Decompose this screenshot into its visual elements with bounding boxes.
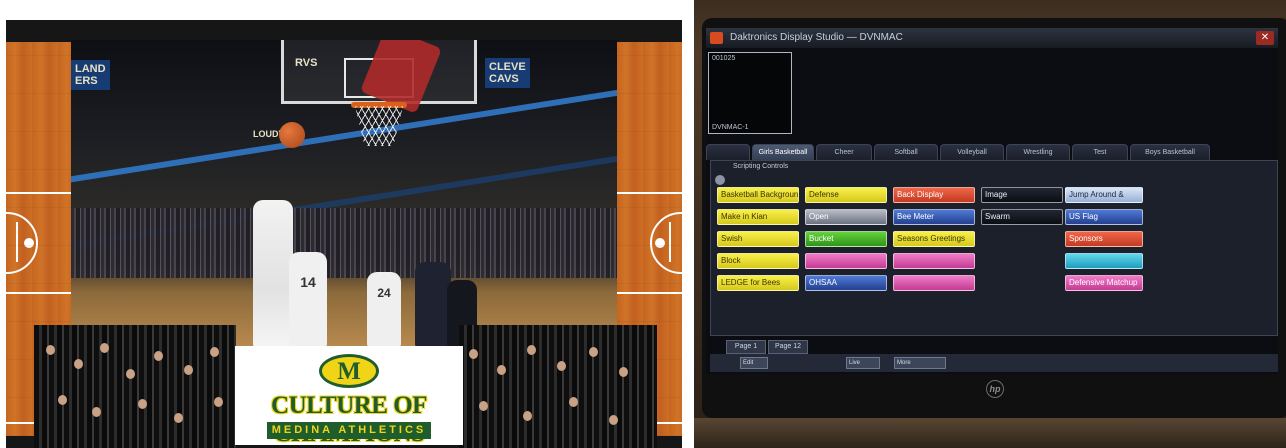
sport-tab[interactable]: Girls Basketball	[752, 144, 814, 160]
sport-tab[interactable]	[706, 144, 750, 160]
player-14: 14	[289, 252, 327, 348]
preview-bottom-label: DVNMAC-1	[712, 124, 749, 131]
script-button[interactable]: Swarm	[981, 209, 1063, 225]
script-button[interactable]: OHSAA	[805, 275, 887, 291]
toolbar-button[interactable]: More	[894, 357, 946, 369]
jumbotron-right: CLEVE CAVS	[485, 58, 530, 88]
script-button[interactable]: US Flag	[1065, 209, 1143, 225]
student-section-left	[34, 325, 236, 448]
script-button[interactable]: Block	[717, 253, 799, 269]
sport-tab[interactable]: Cheer	[816, 144, 872, 160]
sport-tab[interactable]: Boys Basketball	[1130, 144, 1210, 160]
toolbar-button[interactable]: Live	[846, 357, 880, 369]
page-tab[interactable]: Page 12	[768, 340, 808, 354]
player-defender	[415, 262, 451, 348]
script-button[interactable]: Bee Meter	[893, 209, 975, 225]
window-title: Daktronics Display Studio — DVNMAC	[730, 32, 903, 43]
script-button[interactable]: Basketball Background	[717, 187, 799, 203]
page-tab[interactable]: Page 1	[726, 340, 766, 354]
hp-logo: hp	[986, 380, 1004, 398]
script-button[interactable]: Sponsors	[1065, 231, 1143, 247]
app-logo-icon	[710, 32, 723, 44]
scripting-controls-panel: Scripting Controls Basketball Background…	[710, 160, 1278, 336]
logo-headline: CULTURE OF CHAMPIONS	[271, 392, 427, 447]
sport-tabs: Girls Basketball Cheer Softball Volleyball W…	[706, 144, 1278, 160]
preview-top-label: 001025	[712, 55, 736, 62]
scripting-controls-label: Scripting Controls	[733, 163, 789, 170]
script-button[interactable]: Back Display	[893, 187, 975, 203]
logo-subline: MEDINA ATHLETICS	[267, 422, 431, 439]
script-button[interactable]: Seasons Greetings	[893, 231, 975, 247]
student-section-right	[459, 325, 657, 448]
sport-tab[interactable]: Volleyball	[940, 144, 1004, 160]
player-shooting	[253, 200, 293, 348]
script-button[interactable]: Image	[981, 187, 1063, 203]
game-action-video: LAND ERS RVS CLEVE CAVS LOUDVILLE 14 24	[71, 40, 617, 348]
toolbar-button[interactable]: Edit	[740, 357, 768, 369]
script-button[interactable]: Bucket	[805, 231, 887, 247]
sport-tab[interactable]: Softball	[874, 144, 938, 160]
jumbotron-left: LAND ERS	[71, 60, 110, 90]
basketball	[279, 122, 305, 148]
script-button[interactable]	[893, 275, 975, 291]
scoreboard-display-photo: LAND ERS RVS CLEVE CAVS LOUDVILLE 14 24	[0, 0, 686, 448]
script-button[interactable]	[893, 253, 975, 269]
script-button[interactable]: Open	[805, 209, 887, 225]
scripting-icon	[715, 175, 725, 185]
script-button[interactable]: Defensive Matchup	[1065, 275, 1143, 291]
script-button[interactable]: LEDGE for Bees	[717, 275, 799, 291]
player-24: 24	[367, 272, 401, 348]
medina-athletics-logo: M CULTURE OF CHAMPIONS MEDINA ATHLETICS	[235, 346, 463, 447]
window-title-bar: Daktronics Display Studio — DVNMAC ✕	[706, 28, 1278, 48]
script-button[interactable]	[805, 253, 887, 269]
sport-tab[interactable]: Test	[1072, 144, 1128, 160]
desk-surface	[694, 418, 1286, 448]
bottom-toolbar: Edit Live More	[710, 354, 1278, 372]
script-button[interactable]	[1065, 253, 1143, 269]
sport-tab[interactable]: Wrestling	[1006, 144, 1070, 160]
video-board-frame: LAND ERS RVS CLEVE CAVS LOUDVILLE 14 24	[6, 20, 682, 448]
script-button[interactable]: Jump Around &	[1065, 187, 1143, 203]
close-icon[interactable]: ✕	[1256, 31, 1274, 45]
display-preview[interactable]: 001025 DVNMAC-1	[708, 52, 792, 134]
arena-crowd	[71, 208, 617, 278]
script-button[interactable]: Make in Kian	[717, 209, 799, 225]
laptop-screen: Daktronics Display Studio — DVNMAC ✕ 001…	[706, 28, 1278, 374]
basketball-net	[355, 106, 403, 146]
script-button[interactable]: Swish	[717, 231, 799, 247]
script-button[interactable]: Defense	[805, 187, 887, 203]
logo-emblem: M	[319, 354, 379, 388]
laptop-control-photo: Daktronics Display Studio — DVNMAC ✕ 001…	[694, 0, 1286, 448]
